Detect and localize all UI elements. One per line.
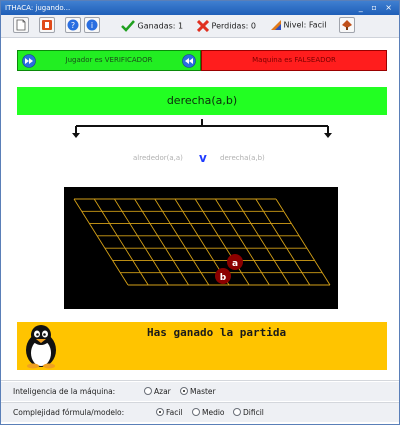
ganadas-counter: Ganadas: 1 <box>121 20 183 32</box>
current-formula: derecha(a,b) <box>17 87 387 115</box>
grid-line <box>73 198 129 286</box>
grid-line <box>275 198 331 286</box>
radio-dificil[interactable]: Dificil <box>233 407 264 417</box>
complexity-row: Complejidad fórmula/modelo: Facil Medio … <box>1 403 399 422</box>
svg-text:i: i <box>91 21 93 30</box>
left-subformula[interactable]: alrededor(a,a) <box>133 154 183 162</box>
settings-icon <box>342 20 352 30</box>
grid-line <box>154 198 210 286</box>
cross-icon <box>196 19 210 33</box>
board-piece-a[interactable]: a <box>227 254 243 270</box>
options-divider <box>1 380 399 381</box>
machine-role-panel: Maquina es FALSEADOR <box>201 50 387 71</box>
radio-master-label: Master <box>190 386 216 396</box>
radio-master-dot[interactable] <box>180 387 188 395</box>
stop-button[interactable] <box>39 17 55 33</box>
grid-line <box>114 198 169 286</box>
toolbar: ? i Ganadas: 1 Perdidas: 0 Nivel: Facil <box>1 15 399 38</box>
radio-azar-dot[interactable] <box>144 387 152 395</box>
radio-dificil-dot[interactable] <box>233 408 241 416</box>
machine-role-text: Maquina es FALSEADOR <box>252 56 336 64</box>
settings-button[interactable] <box>339 17 355 33</box>
result-message: Has ganado la partida <box>147 326 287 339</box>
grid-line <box>255 198 311 286</box>
piece-label-a: a <box>232 259 238 269</box>
radio-azar-label: Azar <box>154 386 171 396</box>
perdidas-counter: Perdidas: 0 <box>196 19 256 33</box>
window-controls[interactable]: _ ▫ × <box>359 1 395 15</box>
intelligence-label: Inteligencia de la máquina: <box>13 387 116 396</box>
radio-medio[interactable]: Medio <box>192 407 225 417</box>
ganadas-value: 1 <box>178 21 184 31</box>
svg-text:?: ? <box>71 21 75 30</box>
radio-medio-label: Medio <box>202 407 225 417</box>
info-button[interactable]: i <box>84 17 100 33</box>
title-bar: ITHACA: jugando... _ ▫ × <box>1 1 399 15</box>
info-icon: i <box>86 19 98 31</box>
game-window: ITHACA: jugando... _ ▫ × ? i Ganadas: 1 … <box>0 0 400 425</box>
new-game-button[interactable] <box>13 17 29 33</box>
nivel-label: Nivel: <box>283 20 307 30</box>
fast-forward-icon[interactable] <box>22 54 36 68</box>
radio-medio-dot[interactable] <box>192 408 200 416</box>
perdidas-label: Perdidas: <box>211 21 249 31</box>
player-role-text: Jugador es VERIFICADOR <box>65 56 153 64</box>
disjunction-operator: v <box>199 151 207 165</box>
radio-dificil-label: Dificil <box>243 407 264 417</box>
nivel-indicator: Nivel: Facil <box>271 20 327 30</box>
level-bars-icon <box>271 20 281 30</box>
right-subformula[interactable]: derecha(a,b) <box>220 154 265 162</box>
perspective-grid: a b <box>73 198 331 286</box>
board-piece-b[interactable]: b <box>215 268 231 284</box>
help-icon: ? <box>67 19 79 31</box>
check-icon <box>121 20 135 32</box>
grid-line <box>93 198 149 286</box>
grid-line <box>235 198 290 286</box>
window-title: ITHACA: jugando... <box>5 4 71 12</box>
ganadas-label: Ganadas: <box>137 21 176 31</box>
world-model-board: a b <box>64 187 338 309</box>
player-role-panel: Jugador es VERIFICADOR <box>17 50 201 71</box>
help-button[interactable]: ? <box>65 17 81 33</box>
tux-penguin-icon <box>26 325 56 369</box>
formula-branch-connector <box>72 119 332 138</box>
intelligence-row: Inteligencia de la máquina: Azar Master <box>1 382 399 401</box>
radio-master[interactable]: Master <box>180 386 216 396</box>
radio-facil-label: Facil <box>166 407 183 417</box>
new-document-icon <box>16 19 26 31</box>
stop-icon <box>42 20 52 30</box>
nivel-value: Facil <box>308 20 327 30</box>
radio-facil[interactable]: Facil <box>156 407 183 417</box>
result-banner: Has ganado la partida <box>17 322 387 370</box>
perdidas-value: 0 <box>250 21 256 31</box>
complexity-label: Complejidad fórmula/modelo: <box>13 408 125 417</box>
piece-label-b: b <box>220 273 227 283</box>
rewind-icon[interactable] <box>182 54 196 68</box>
radio-azar[interactable]: Azar <box>144 386 171 396</box>
role-bar: Jugador es VERIFICADOR Maquina es FALSEA… <box>17 50 387 71</box>
grid-line <box>134 198 189 286</box>
radio-facil-dot[interactable] <box>156 408 164 416</box>
